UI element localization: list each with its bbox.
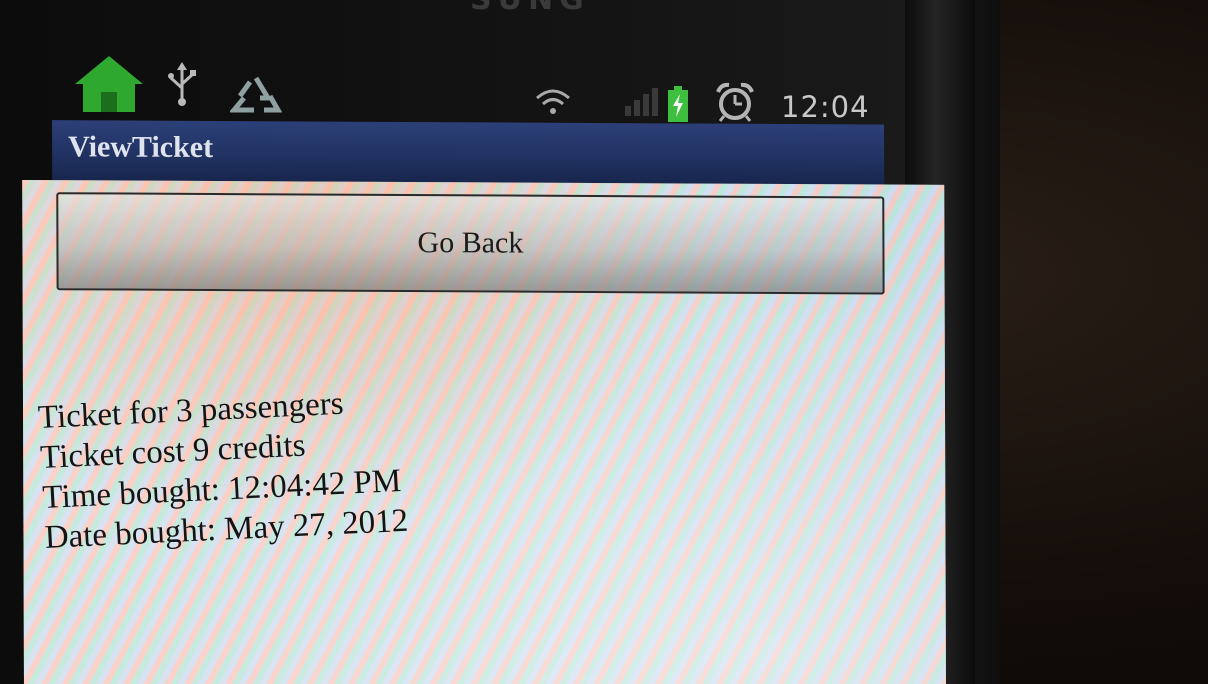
app-window: ViewTicket Go Back Ticket for 3 passenge… (22, 116, 947, 684)
app-content: Go Back Ticket for 3 passengers Ticket c… (22, 180, 947, 684)
signal-icon (625, 88, 658, 116)
battery-charging-icon (668, 86, 688, 122)
usb-icon (168, 62, 196, 106)
title-bar: ViewTicket (52, 120, 885, 189)
wifi-icon (536, 89, 570, 114)
go-back-label: Go Back (417, 226, 524, 260)
home-icon[interactable] (73, 54, 145, 114)
phone-brand-logo: SUNG (470, 0, 590, 17)
alarm-icon (716, 82, 754, 122)
go-back-button[interactable]: Go Back (56, 192, 885, 295)
photo-scene: SUNG (0, 0, 1208, 684)
status-clock: 12:04 (781, 90, 870, 124)
app-title: ViewTicket (68, 130, 214, 165)
recycle-icon (230, 76, 282, 113)
status-bar: 12:04 (55, 46, 875, 126)
ticket-details: Ticket for 3 passengers Ticket cost 9 cr… (37, 381, 409, 558)
phone-body: SUNG (0, 0, 1000, 684)
